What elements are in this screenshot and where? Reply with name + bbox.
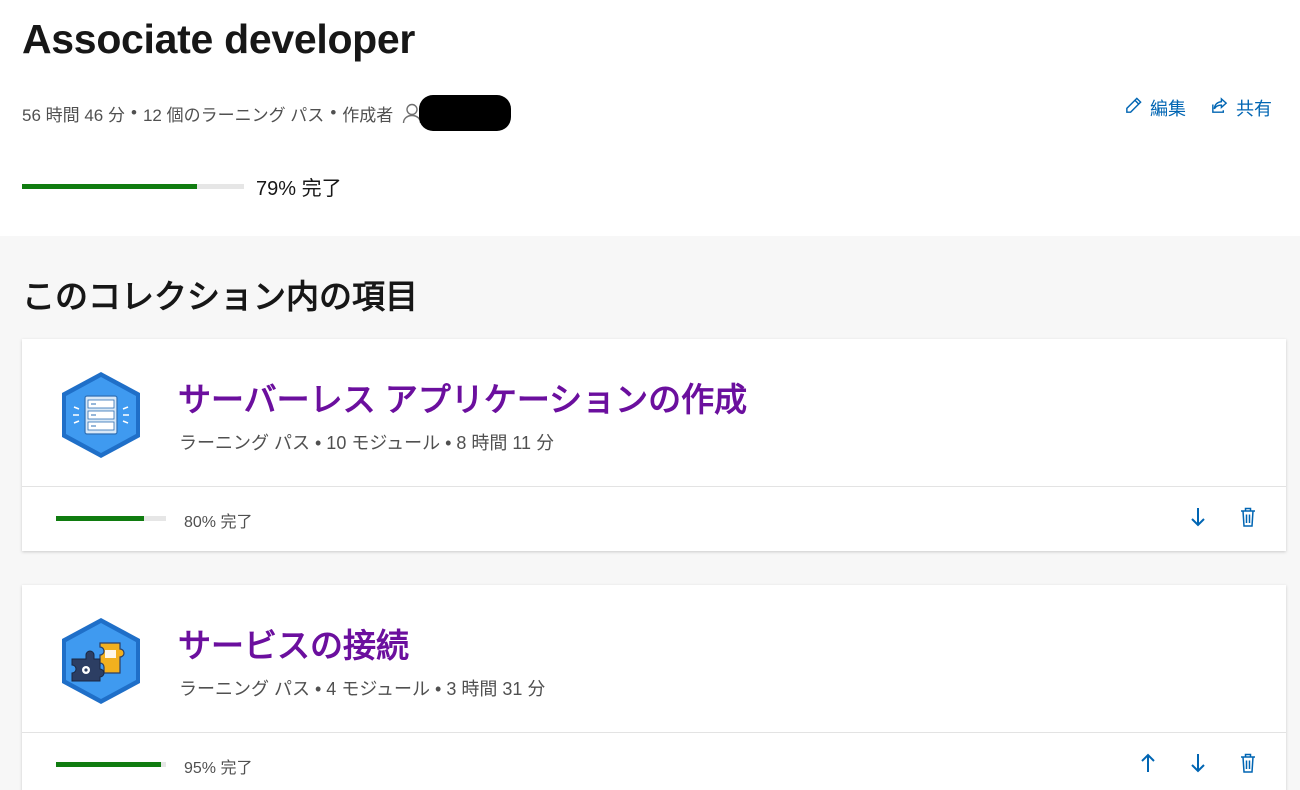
total-duration: 56 時間 46 分 — [22, 105, 125, 125]
item-controls — [1138, 751, 1258, 780]
pencil-icon — [1124, 96, 1143, 120]
separator-dot: • — [131, 103, 137, 122]
trash-icon[interactable] — [1238, 751, 1258, 780]
learning-path-title-link[interactable]: サーバーレス アプリケーションの作成 — [178, 373, 747, 421]
learning-path-card: サーバーレス アプリケーションの作成 ラーニング パス • 10 モジュール •… — [22, 339, 1286, 551]
item-progress-label: 80% 完了 — [184, 514, 253, 531]
author-label: 作成者 — [342, 105, 394, 125]
collection-progress: 79% 完了 — [22, 172, 342, 201]
learning-path-meta: ラーニング パス • 10 モジュール • 8 時間 11 分 — [179, 433, 555, 453]
item-controls — [1188, 505, 1258, 534]
server-hexagon-icon — [56, 369, 146, 461]
collection-header: Associate developer 56 時間 46 分 • 12 個のラー… — [0, 0, 1300, 236]
share-icon — [1210, 96, 1229, 120]
edit-label: 編集 — [1150, 99, 1186, 119]
path-count: 12 個のラーニング パス — [142, 105, 325, 125]
page-title: Associate developer — [22, 16, 416, 62]
share-label: 共有 — [1236, 99, 1272, 119]
collection-items-section: このコレクション内の項目 サーバーレス アプリケーションの作成 ラーニング パス… — [0, 236, 1300, 790]
edit-button[interactable]: 編集 — [1124, 95, 1186, 121]
collection-actions: 編集 共有 — [1124, 95, 1272, 121]
learning-path-meta: ラーニング パス • 4 モジュール • 3 時間 31 分 — [179, 679, 546, 699]
move-up-arrow-icon[interactable] — [1138, 751, 1158, 780]
item-progress-bar — [56, 762, 166, 767]
learning-path-title-link[interactable]: サービスの接続 — [178, 619, 409, 667]
move-down-arrow-icon[interactable] — [1188, 751, 1208, 780]
separator-dot: • — [330, 103, 337, 122]
progress-bar — [22, 184, 244, 189]
item-progress-label: 95% 完了 — [184, 760, 253, 777]
collection-meta: 56 時間 46 分 • 12 個のラーニング パス • 作成者 — [22, 95, 512, 131]
share-button[interactable]: 共有 — [1210, 95, 1272, 121]
redacted-author-name — [419, 95, 512, 131]
progress-fill — [22, 184, 198, 189]
item-progress-fill — [56, 516, 144, 521]
learning-path-card: サービスの接続 ラーニング パス • 4 モジュール • 3 時間 31 分 9… — [22, 585, 1286, 790]
section-title: このコレクション内の項目 — [22, 278, 418, 315]
move-down-arrow-icon[interactable] — [1188, 505, 1208, 534]
trash-icon[interactable] — [1238, 505, 1258, 534]
puzzle-hexagon-icon — [56, 615, 146, 707]
item-progress-bar — [56, 516, 166, 521]
item-progress-fill — [56, 762, 161, 767]
progress-label: 79% 完了 — [256, 178, 342, 200]
